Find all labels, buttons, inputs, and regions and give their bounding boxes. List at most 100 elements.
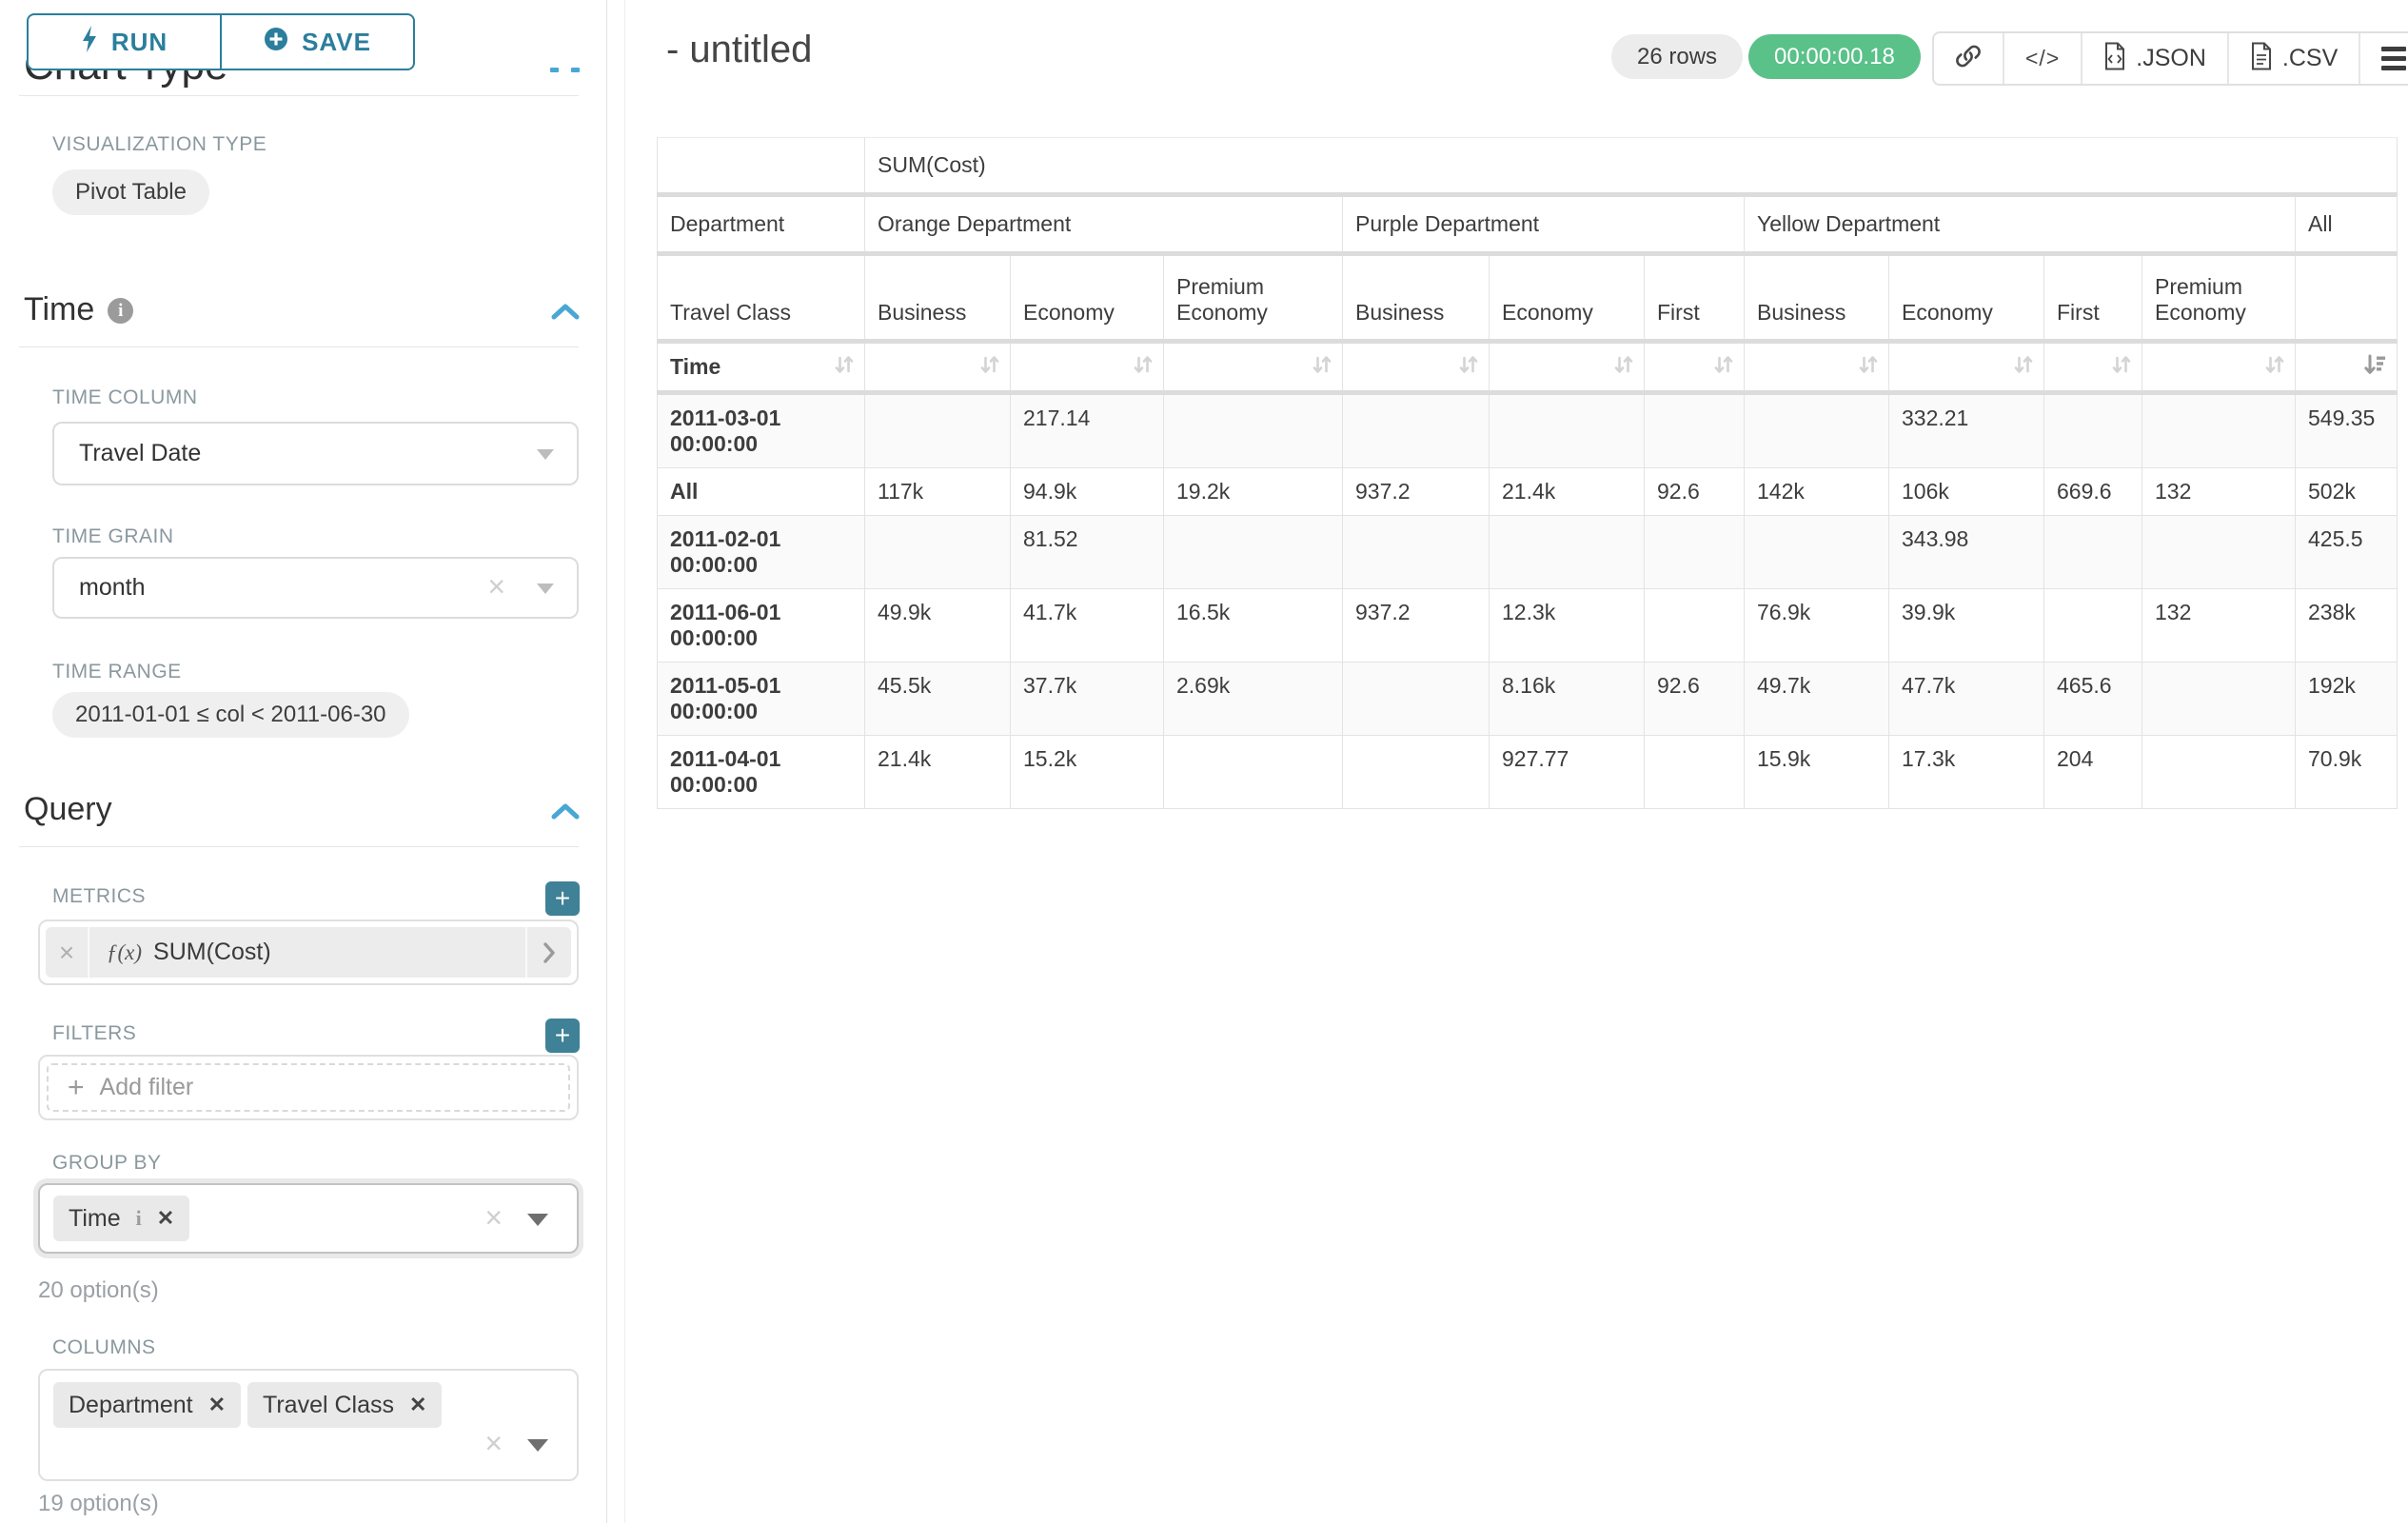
sort-header-cell[interactable]: [1745, 342, 1889, 393]
dropdown-caret-icon[interactable]: [527, 1439, 548, 1452]
section-divider: [19, 846, 579, 847]
function-icon: ƒ(x): [107, 940, 142, 965]
panel-resizer[interactable]: [624, 0, 625, 1523]
value-cell: [1343, 516, 1490, 589]
group-header-cell: Orange Department: [865, 195, 1343, 254]
group-header-cell: All: [2296, 195, 2398, 254]
table-row: All117k94.9k19.2k937.221.4k92.6142k106k6…: [658, 468, 2398, 516]
export-csv-button[interactable]: .CSV: [2227, 33, 2359, 84]
groupby-select[interactable]: Time i ✕ ×: [38, 1183, 579, 1254]
sort-header-cell[interactable]: [1889, 342, 2044, 393]
table-row: 2011-02-01 00:00:0081.52343.98425.5: [658, 516, 2398, 589]
time-range-label: TIME RANGE: [52, 661, 182, 683]
visualization-type-pill[interactable]: Pivot Table: [52, 169, 209, 215]
value-cell: [1645, 589, 1745, 663]
time-axis-header[interactable]: Time: [658, 342, 865, 393]
run-button[interactable]: RUN: [29, 15, 222, 69]
remove-chip-icon[interactable]: ✕: [208, 1393, 226, 1417]
sort-header-cell[interactable]: [1490, 342, 1645, 393]
sort-header-cell[interactable]: [2044, 342, 2142, 393]
groupby-chip-time[interactable]: Time i ✕: [53, 1196, 189, 1241]
value-cell: 8.16k: [1490, 663, 1645, 736]
row-label-cell: 2011-03-01 00:00:00: [658, 393, 865, 468]
value-cell: 142k: [1745, 468, 1889, 516]
sort-header-cell[interactable]: [865, 342, 1011, 393]
sort-icon[interactable]: [1613, 352, 1634, 383]
sort-header-cell[interactable]: [1011, 342, 1164, 393]
export-json-button[interactable]: .JSON: [2081, 33, 2227, 84]
sort-header-cell[interactable]: [1164, 342, 1343, 393]
value-cell: 21.4k: [865, 736, 1011, 809]
table-row: 2011-04-01 00:00:0021.4k15.2k927.7715.9k…: [658, 736, 2398, 809]
query-section-heading: Query: [24, 791, 112, 828]
clear-icon[interactable]: ×: [484, 1200, 503, 1236]
class-header-cell: Economy: [1490, 254, 1645, 342]
remove-metric-icon[interactable]: ×: [46, 927, 89, 978]
section-divider: [19, 95, 579, 96]
sort-header-cell[interactable]: [1645, 342, 1745, 393]
sort-icon[interactable]: [1458, 352, 1479, 383]
sort-header-cell[interactable]: [2142, 342, 2296, 393]
value-cell: 132: [2142, 589, 2296, 663]
sort-icon[interactable]: [2013, 352, 2034, 383]
sort-icon[interactable]: [2111, 352, 2132, 383]
time-section-heading: Timei: [24, 291, 133, 328]
view-query-button[interactable]: </>: [2003, 33, 2081, 84]
menu-button[interactable]: [2359, 33, 2408, 84]
chevron-up-icon[interactable]: [550, 303, 581, 322]
dropdown-caret-icon[interactable]: [527, 1214, 548, 1226]
sort-icon[interactable]: [1858, 352, 1879, 383]
chart-title[interactable]: - untitled: [666, 29, 812, 71]
add-filter-button[interactable]: + Add filter: [47, 1063, 570, 1112]
value-cell: 204: [2044, 736, 2142, 809]
remove-chip-icon[interactable]: ✕: [409, 1393, 426, 1417]
add-filter-plus-button[interactable]: +: [545, 1019, 580, 1053]
value-cell: [2142, 736, 2296, 809]
columns-chip-travel-class[interactable]: Travel Class ✕: [247, 1382, 442, 1428]
value-cell: 937.2: [1343, 589, 1490, 663]
columns-chip-department[interactable]: Department ✕: [53, 1382, 241, 1428]
value-cell: [2044, 393, 2142, 468]
time-grain-value: month: [79, 574, 145, 602]
time-grain-select[interactable]: month ×: [52, 557, 579, 619]
add-metric-button[interactable]: +: [545, 881, 580, 916]
time-column-select[interactable]: Travel Date: [52, 422, 579, 485]
chevron-right-icon[interactable]: [525, 927, 571, 978]
plus-circle-icon: [264, 27, 288, 58]
sort-header-cell[interactable]: [2296, 342, 2398, 393]
export-button-group: </> .JSON .CSV: [1932, 31, 2408, 86]
chip-label: Time: [69, 1205, 121, 1233]
value-cell: 549.35: [2296, 393, 2398, 468]
sort-icon[interactable]: [2264, 352, 2285, 383]
value-cell: [2142, 516, 2296, 589]
sort-icon[interactable]: [1133, 352, 1154, 383]
row-label-cell: 2011-04-01 00:00:00: [658, 736, 865, 809]
query-timer-badge: 00:00:00.18: [1748, 34, 1921, 79]
time-range-pill[interactable]: 2011-01-01 ≤ col < 2011-06-30: [52, 692, 409, 738]
sort-icon[interactable]: [1312, 352, 1332, 383]
csv-file-icon: [2250, 42, 2273, 75]
link-icon: [1955, 43, 1982, 74]
table-row: 2011-05-01 00:00:0045.5k37.7k2.69k8.16k9…: [658, 663, 2398, 736]
copy-link-button[interactable]: [1934, 33, 2003, 84]
clear-icon[interactable]: ×: [487, 569, 505, 604]
clear-icon[interactable]: ×: [484, 1426, 503, 1461]
remove-chip-icon[interactable]: ✕: [157, 1206, 174, 1231]
metric-chip[interactable]: × ƒ(x) SUM(Cost): [46, 927, 571, 978]
group-header-cell: Yellow Department: [1745, 195, 2296, 254]
pivot-corner-cell: [658, 138, 865, 195]
value-cell: [2044, 589, 2142, 663]
table-row: 2011-03-01 00:00:00217.14332.21549.35: [658, 393, 2398, 468]
sort-icon[interactable]: [1713, 352, 1734, 383]
sort-desc-active-icon[interactable]: [2362, 352, 2387, 383]
value-cell: [1645, 516, 1745, 589]
chevron-up-icon[interactable]: [550, 802, 581, 821]
value-cell: 238k: [2296, 589, 2398, 663]
sort-icon[interactable]: [834, 352, 855, 383]
columns-select[interactable]: Department ✕ Travel Class ✕ ×: [38, 1369, 579, 1481]
sort-header-cell[interactable]: [1343, 342, 1490, 393]
sort-icon[interactable]: [979, 352, 1000, 383]
save-button[interactable]: SAVE: [222, 15, 413, 69]
value-cell: 15.9k: [1745, 736, 1889, 809]
value-cell: 12.3k: [1490, 589, 1645, 663]
